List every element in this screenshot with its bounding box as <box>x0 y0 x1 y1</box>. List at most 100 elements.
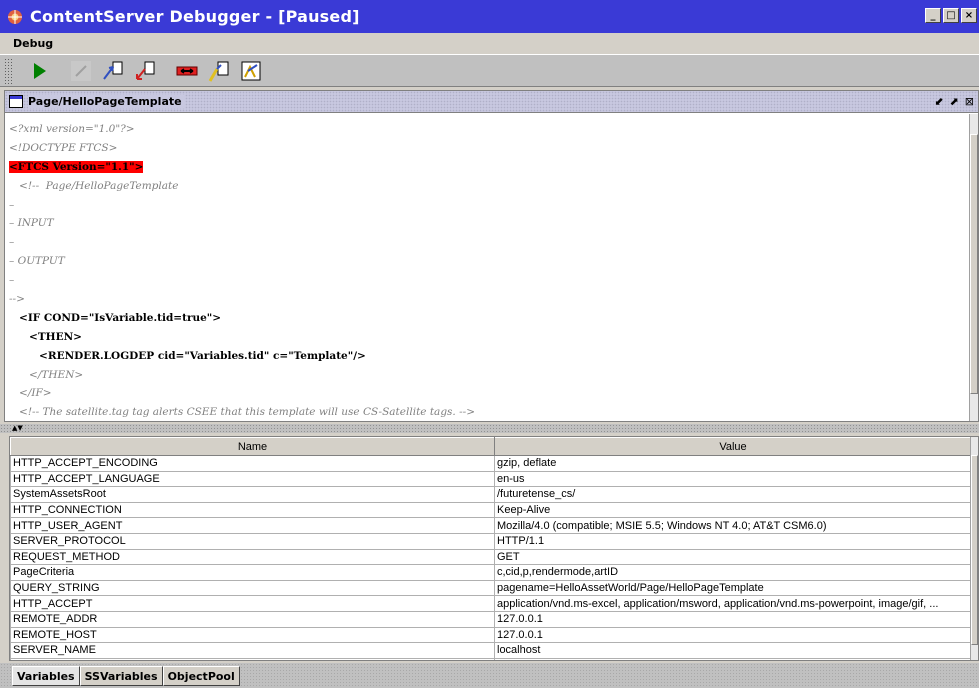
table-row[interactable]: SERVER_NAME localhost <box>10 642 972 659</box>
cell-name[interactable]: HTTP_ACCEPT_ENCODING <box>10 455 495 472</box>
cell-value[interactable]: pagename=HelloAssetWorld/Page/HelloPageT… <box>494 579 972 597</box>
code-line[interactable]: <IF COND="IsVariable.tid=true"> <box>9 309 971 328</box>
code-text: <!-- Page/HelloPageTemplate <box>19 179 179 192</box>
code-text: – INPUT <box>9 217 54 230</box>
cell-value[interactable]: application/vnd.ms-excel, application/ms… <box>494 595 972 612</box>
scrollbar-thumb[interactable] <box>970 134 978 394</box>
table-row[interactable]: HTTP_ACCEPT_ENCODING gzip, deflate <box>10 455 972 472</box>
variables-table: Name Value HTTP_ACCEPT_ENCODING gzip, def… <box>10 437 972 660</box>
column-header-value[interactable]: Value <box>494 437 972 456</box>
code-line[interactable]: – INPUT <box>9 214 971 233</box>
source-code-view[interactable]: <?xml version="1.0"?> <!DOCTYPE FTCS> <FTC… <box>5 114 971 421</box>
cell-value[interactable]: gzip, deflate <box>494 455 972 472</box>
table-row[interactable]: HTTP_ACCEPT_LANGUAGE en-us <box>10 470 972 488</box>
cell-name[interactable]: SERVER_NAME <box>10 642 495 659</box>
document-icon <box>9 95 23 108</box>
code-line[interactable]: <!-- Page/HelloPageTemplate <box>9 177 971 196</box>
cell-name[interactable]: SystemAssetsRoot <box>10 486 495 503</box>
maximize-button[interactable]: □ <box>943 8 959 23</box>
splitter-arrows-icon[interactable]: ▲▼ <box>12 424 23 432</box>
step-into-button[interactable] <box>100 58 126 84</box>
cell-name[interactable]: HTTP_ACCEPT <box>10 595 495 612</box>
cell-name[interactable]: QUERY_STRING <box>10 579 495 597</box>
source-editor-panel: Page/HelloPageTemplate ⬋ ⬈ ⊠ <?xml versi… <box>4 90 979 422</box>
panel-splitter[interactable]: ▲▼ <box>0 424 979 433</box>
run-button[interactable] <box>26 58 52 84</box>
cell-name[interactable]: PageCriteria <box>10 564 495 581</box>
code-text: – <box>9 198 15 211</box>
cell-value[interactable]: 127.0.0.1 <box>494 610 972 628</box>
table-row[interactable]: HTTP_ACCEPT application/vnd.ms-excel, app… <box>10 595 972 612</box>
table-row[interactable]: HTTP_CONNECTION Keep-Alive <box>10 501 972 519</box>
minimize-button[interactable]: _ <box>925 8 941 23</box>
cell-value[interactable]: Mozilla/4.0 (compatible; MSIE 5.5; Windo… <box>494 517 972 534</box>
window-titlebar[interactable]: ContentServer Debugger - [Paused] _ □ × <box>0 0 979 33</box>
code-line[interactable]: – <box>9 196 971 215</box>
toggle-breakpoint-button[interactable] <box>174 58 200 84</box>
step-over-button[interactable] <box>68 58 94 84</box>
undock-icon[interactable]: ⬈ <box>950 95 959 108</box>
step-out-icon <box>136 61 155 80</box>
close-panel-icon[interactable]: ⊠ <box>965 95 974 108</box>
cell-value[interactable]: Keep-Alive <box>494 501 972 519</box>
close-button[interactable]: × <box>961 8 977 23</box>
cell-name[interactable]: REQUEST_METHOD <box>10 548 495 566</box>
cell-name[interactable]: HTTP_ACCEPT_LANGUAGE <box>10 470 495 488</box>
table-vertical-scrollbar[interactable] <box>970 437 978 660</box>
column-header-name[interactable]: Name <box>10 437 495 456</box>
code-line[interactable]: <THEN> <box>9 328 971 347</box>
table-row[interactable]: REMOTE_HOST 127.0.0.1 <box>10 626 972 644</box>
code-line[interactable]: – <box>9 233 971 252</box>
toolbar-grip-handle[interactable] <box>4 57 14 84</box>
code-line[interactable]: </IF> <box>9 384 971 403</box>
cell-value[interactable]: c,cid,p,rendermode,artID <box>494 564 972 581</box>
scrollbar-thumb[interactable] <box>971 455 978 645</box>
table-row[interactable]: SERVER_PORT7001 <box>10 657 972 660</box>
code-line[interactable]: <FTCS Version="1.1"> <box>9 158 971 177</box>
cell-value[interactable]: 127.0.0.1 <box>494 626 972 644</box>
code-line[interactable]: – OUTPUT <box>9 252 971 271</box>
table-row[interactable]: SystemAssetsRoot/futuretense_cs/ <box>10 486 972 503</box>
step-into-icon <box>103 61 123 80</box>
table-row[interactable]: PageCriteria c,cid,p,rendermode,artID <box>10 564 972 581</box>
cell-value[interactable]: GET <box>494 548 972 566</box>
code-line[interactable]: <RENDER.LOGDEP cid="Variables.tid" c="Te… <box>9 347 971 366</box>
cell-value[interactable]: /futuretense_cs/ <box>494 486 972 503</box>
table-row[interactable]: HTTP_USER_AGENT Mozilla/4.0 (compatible; … <box>10 517 972 534</box>
cell-value[interactable]: localhost <box>494 642 972 659</box>
editor-vertical-scrollbar[interactable] <box>969 114 978 421</box>
code-line[interactable]: <!DOCTYPE FTCS> <box>9 139 971 158</box>
code-text: <IF COND="IsVariable.tid=true"> <box>19 311 222 324</box>
tab-ssvariables[interactable]: SSVariables <box>79 666 163 686</box>
cell-name[interactable]: HTTP_CONNECTION <box>10 501 495 519</box>
toolbar <box>0 54 979 87</box>
add-watch-button[interactable] <box>206 58 232 84</box>
tab-objectpool[interactable]: ObjectPool <box>162 666 240 686</box>
menu-debug[interactable]: Debug <box>13 37 53 50</box>
code-line[interactable]: <!-- The satellite.tag tag alerts CSEE t… <box>9 403 971 421</box>
editor-header: Page/HelloPageTemplate ⬋ ⬈ ⊠ <box>5 91 978 113</box>
cell-name[interactable]: SERVER_PORT <box>10 657 495 660</box>
code-line[interactable]: </THEN> <box>9 366 971 385</box>
code-text: </THEN> <box>29 368 84 381</box>
cell-name[interactable]: HTTP_USER_AGENT <box>10 517 495 534</box>
table-row[interactable]: REQUEST_METHOD GET <box>10 548 972 566</box>
table-row[interactable]: REMOTE_ADDR 127.0.0.1 <box>10 610 972 628</box>
restore-icon[interactable]: ⬋ <box>934 95 943 108</box>
cell-name[interactable]: REMOTE_ADDR <box>10 610 495 628</box>
cell-name[interactable]: SERVER_PROTOCOL <box>10 532 495 550</box>
step-out-button[interactable] <box>132 58 158 84</box>
bottom-tab-bar: Variables SSVariables ObjectPool <box>0 663 979 688</box>
code-line[interactable]: – <box>9 271 971 290</box>
cell-value[interactable]: en-us <box>494 470 972 488</box>
cell-name[interactable]: REMOTE_HOST <box>10 626 495 644</box>
table-row[interactable]: SERVER_PROTOCOL HTTP/1.1 <box>10 532 972 550</box>
cell-value[interactable]: HTTP/1.1 <box>494 532 972 550</box>
code-text: <RENDER.LOGDEP cid="Variables.tid" c="Te… <box>39 349 366 362</box>
code-line[interactable]: --> <box>9 290 971 309</box>
code-line[interactable]: <?xml version="1.0"?> <box>9 120 971 139</box>
table-row[interactable]: QUERY_STRING pagename=HelloAssetWorld/Pag… <box>10 579 972 597</box>
tab-variables[interactable]: Variables <box>12 666 80 686</box>
cell-value[interactable]: 7001 <box>494 657 972 660</box>
evaluate-button[interactable] <box>238 58 264 84</box>
